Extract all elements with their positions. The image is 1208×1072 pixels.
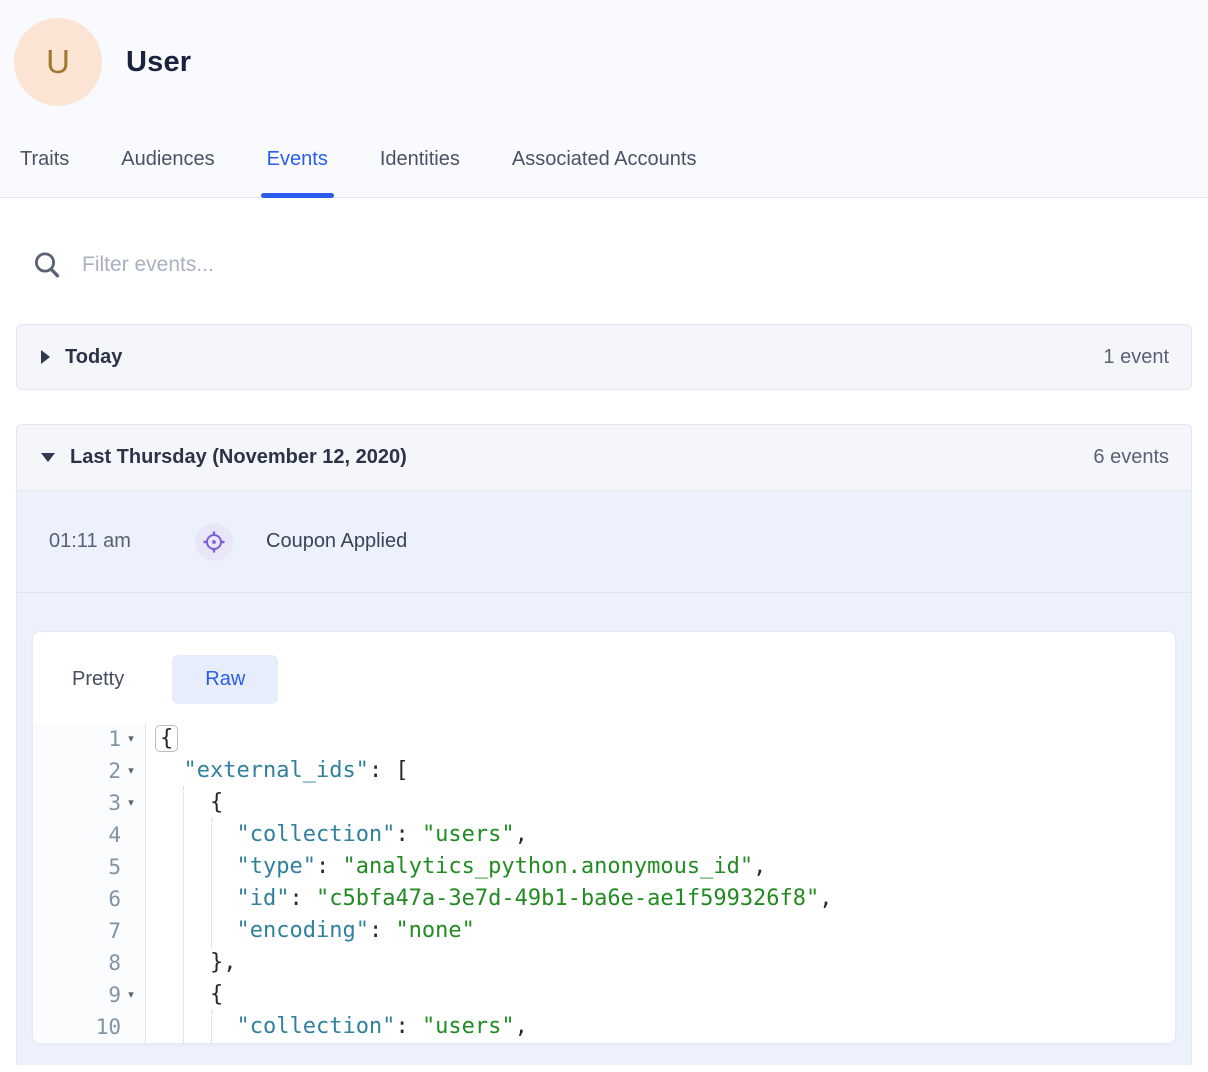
- line-number: 7: [108, 915, 121, 947]
- group-header-last-thursday[interactable]: Last Thursday (November 12, 2020) 6 even…: [17, 425, 1191, 491]
- raw-view-button[interactable]: Raw: [172, 655, 278, 704]
- json-code-editor[interactable]: 1▾{2▾ "external_ids": [3▾ {4 "collection…: [33, 723, 1175, 1043]
- event-time: 01:11 am: [49, 530, 173, 553]
- code-text: "collection": "users",: [146, 1011, 528, 1043]
- line-number: 4: [108, 819, 121, 851]
- fold-toggle-icon[interactable]: ▾: [121, 979, 141, 1011]
- fold-toggle-icon[interactable]: ▾: [121, 755, 141, 787]
- line-gutter: 6: [33, 883, 146, 915]
- event-badge: [195, 523, 233, 561]
- indent-guide: [183, 787, 184, 1043]
- indent-guide: [211, 1011, 212, 1043]
- code-line: 2▾ "external_ids": [: [33, 755, 1175, 787]
- crosshair-target-icon: [202, 530, 226, 554]
- line-number: 2: [108, 755, 121, 787]
- line-gutter: 5: [33, 851, 146, 883]
- code-text: "collection": "users",: [146, 819, 528, 851]
- profile-header: U User Traits Audiences Events Identities As…: [0, 0, 1208, 198]
- line-gutter: 4: [33, 819, 146, 851]
- line-number: 10: [96, 1011, 121, 1043]
- line-gutter: 10: [33, 1011, 146, 1043]
- view-toggle: Pretty Raw: [33, 632, 1175, 704]
- event-name: Coupon Applied: [266, 530, 407, 553]
- code-text: {: [146, 979, 223, 1011]
- event-group-today: Today 1 event: [16, 324, 1192, 390]
- pretty-view-button[interactable]: Pretty: [72, 668, 124, 691]
- event-detail-panel: Pretty Raw 1▾{2▾ "external_ids": [3▾ {4 …: [17, 593, 1191, 1065]
- page-title: User: [126, 46, 191, 79]
- code-line: 4 "collection": "users",: [33, 819, 1175, 851]
- tab-associated-accounts[interactable]: Associated Accounts: [512, 134, 697, 197]
- group-title: Today: [65, 346, 122, 369]
- code-line: 10 "collection": "users",: [33, 1011, 1175, 1043]
- line-number: 1: [108, 723, 121, 755]
- line-number: 9: [108, 979, 121, 1011]
- line-gutter: 3▾: [33, 787, 146, 819]
- event-row-coupon-applied[interactable]: 01:11 am Coupon Applied: [17, 491, 1191, 593]
- tab-traits[interactable]: Traits: [20, 134, 69, 197]
- code-text: "external_ids": [: [146, 755, 409, 787]
- code-line: 7 "encoding": "none": [33, 915, 1175, 947]
- avatar-letter: U: [46, 43, 70, 81]
- group-event-count: 6 events: [1093, 446, 1169, 469]
- tab-bar: Traits Audiences Events Identities Associate…: [0, 134, 1208, 198]
- payload-viewer-card: Pretty Raw 1▾{2▾ "external_ids": [3▾ {4 …: [32, 631, 1176, 1044]
- code-line: 6 "id": "c5bfa47a-3e7d-49b1-ba6e-ae1f599…: [33, 883, 1175, 915]
- line-gutter: 1▾: [33, 723, 146, 755]
- line-number: 3: [108, 787, 121, 819]
- code-line: 9▾ {: [33, 979, 1175, 1011]
- line-number: 6: [108, 883, 121, 915]
- tab-events[interactable]: Events: [267, 134, 328, 197]
- filter-events-bar: [0, 198, 1208, 280]
- code-text: "encoding": "none": [146, 915, 475, 947]
- fold-toggle-icon[interactable]: ▾: [121, 787, 141, 819]
- code-line: 8 },: [33, 947, 1175, 979]
- chevron-right-icon: [41, 350, 50, 364]
- code-text: "id": "c5bfa47a-3e7d-49b1-ba6e-ae1f59932…: [146, 883, 833, 915]
- line-gutter: 8: [33, 947, 146, 979]
- chevron-down-icon: [41, 453, 55, 462]
- group-header-today[interactable]: Today 1 event: [17, 325, 1191, 389]
- group-event-count: 1 event: [1103, 346, 1169, 369]
- code-text: "type": "analytics_python.anonymous_id",: [146, 851, 766, 883]
- code-text: {: [146, 787, 223, 819]
- user-row: U User: [14, 18, 1208, 106]
- group-title: Last Thursday (November 12, 2020): [70, 446, 407, 469]
- tab-audiences[interactable]: Audiences: [121, 134, 214, 197]
- code-line: 1▾{: [33, 723, 1175, 755]
- indent-guide: [211, 819, 212, 947]
- line-number: 5: [108, 851, 121, 883]
- fold-toggle-icon[interactable]: ▾: [121, 723, 141, 755]
- code-text: },: [146, 947, 236, 979]
- event-group-last-thursday: Last Thursday (November 12, 2020) 6 even…: [16, 424, 1192, 1065]
- code-line: 5 "type": "analytics_python.anonymous_id…: [33, 851, 1175, 883]
- line-gutter: 2▾: [33, 755, 146, 787]
- tab-identities[interactable]: Identities: [380, 134, 460, 197]
- avatar: U: [14, 18, 102, 106]
- line-gutter: 7: [33, 915, 146, 947]
- code-line: 3▾ {: [33, 787, 1175, 819]
- line-gutter: 9▾: [33, 979, 146, 1011]
- code-text: {: [146, 723, 178, 755]
- line-number: 8: [108, 947, 121, 979]
- search-icon: [32, 250, 62, 280]
- search-input[interactable]: [82, 253, 982, 277]
